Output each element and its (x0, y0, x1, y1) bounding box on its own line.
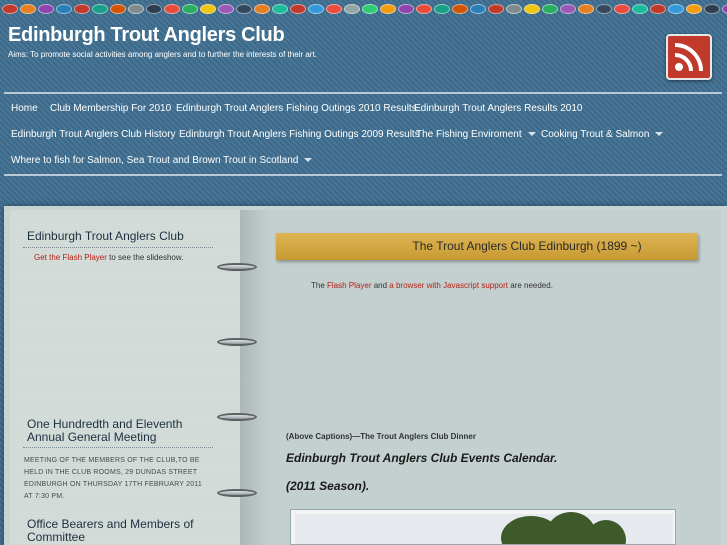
nav-item-label: Edinburgh Trout Anglers Club History (11, 129, 176, 140)
javascript-browser-link[interactable]: a browser with Javascript support (389, 281, 508, 290)
fly-icon (380, 4, 396, 14)
divider (23, 247, 213, 248)
club-photo (290, 509, 676, 545)
nav-item-outings-2009-results[interactable]: Edinburgh Trout Anglers Fishing Outings … (179, 129, 420, 140)
site-description: Aims: To promote social activities among… (8, 50, 317, 59)
slideshow-placeholder: Get the Flash Player to see the slidesho… (34, 253, 183, 262)
nav-item-label: The Fishing Enviroment (416, 129, 522, 140)
nav-item-outings-2010-results[interactable]: Edinburgh Trout Anglers Fishing Outings … (176, 103, 417, 114)
fly-icon (344, 4, 360, 14)
fly-icon (470, 4, 486, 14)
fly-icon (308, 4, 324, 14)
nav-item-label: Edinburgh Trout Anglers Fishing Outings … (179, 129, 420, 140)
nav-item-label: Home (11, 103, 38, 114)
binder-ring (217, 263, 257, 271)
fly-icon (506, 4, 522, 14)
agm-details: MEETING OF THE MEMBERS OF THE CLUB,TO BE… (24, 457, 202, 500)
fly-icon (596, 4, 612, 14)
binder-ring (217, 338, 257, 346)
fly-icon (20, 4, 36, 14)
fly-icon (614, 4, 630, 14)
fly-icon (272, 4, 288, 14)
fly-icon (668, 4, 684, 14)
fly-icon (2, 4, 18, 14)
nav-item-cooking[interactable]: Cooking Trout & Salmon (541, 129, 664, 140)
fly-icon (398, 4, 414, 14)
nav-item-label: Club Membership For 2010 (50, 103, 172, 114)
fly-icon (92, 4, 108, 14)
slideshow-note: to see the slideshow. (106, 253, 184, 262)
page-title: The Trout Anglers Club Edinburgh (1899 ~… (412, 239, 642, 253)
nav-item-where-to-fish[interactable]: Where to fish for Salmon, Sea Trout and … (11, 155, 313, 166)
fly-icon (704, 4, 720, 14)
fly-icon (236, 4, 252, 14)
rss-feed-icon[interactable] (666, 34, 712, 80)
flash-requirement-note: The Flash Player and a browser with Java… (311, 281, 553, 290)
fly-icon (74, 4, 90, 14)
fly-icon (524, 4, 540, 14)
widget-title-club: Edinburgh Trout Anglers Club (27, 229, 184, 243)
fly-icon (56, 4, 72, 14)
fly-icon (632, 4, 648, 14)
binder-ring (217, 413, 257, 421)
note-text: are needed. (508, 281, 553, 290)
nav-item-home[interactable]: Home (11, 103, 38, 114)
site-title[interactable]: Edinburgh Trout Anglers Club (8, 24, 285, 47)
fly-icon (218, 4, 234, 14)
fly-icon (416, 4, 432, 14)
nav-item-label: Cooking Trout & Salmon (541, 129, 650, 140)
fly-icon (254, 4, 270, 14)
nav-item-results-2010[interactable]: Edinburgh Trout Anglers Results 2010 (414, 103, 582, 114)
chevron-down-icon (527, 132, 536, 137)
fly-icon (146, 4, 162, 14)
nav-item-label: Edinburgh Trout Anglers Fishing Outings … (176, 103, 417, 114)
nav-item-label: Where to fish for Salmon, Sea Trout and … (11, 155, 299, 166)
fly-icon (434, 4, 450, 14)
widget-title-agm: One Hundredth and Eleventh Annual Genera… (27, 417, 183, 444)
nav-item-label: Edinburgh Trout Anglers Results 2010 (414, 103, 583, 114)
decorative-fly-strip (0, 0, 727, 18)
fly-icon (200, 4, 216, 14)
fly-icon (164, 4, 180, 14)
fly-icon (182, 4, 198, 14)
main-navigation: Home Club Membership For 2010 Edinburgh … (4, 92, 722, 176)
fly-icon (326, 4, 342, 14)
get-flash-player-link[interactable]: Get the Flash Player (34, 253, 107, 262)
fly-icon (452, 4, 468, 14)
fly-icon (362, 4, 378, 14)
fly-icon (38, 4, 54, 14)
fly-icon (560, 4, 576, 14)
page-title-banner: The Trout Anglers Club Edinburgh (1899 ~… (276, 233, 698, 260)
fly-icon (542, 4, 558, 14)
events-calendar-title: Edinburgh Trout Anglers Club Events Cale… (286, 451, 558, 465)
fly-icon (290, 4, 306, 14)
main-content (240, 210, 721, 545)
widget-title-office-bearers: Office Bearers and Members of Committee (27, 517, 194, 544)
season-label: (2011 Season). (286, 479, 370, 493)
fly-icon (128, 4, 144, 14)
nav-item-club-history[interactable]: Edinburgh Trout Anglers Club History (11, 129, 176, 140)
fly-icon (722, 4, 727, 14)
fly-icon (488, 4, 504, 14)
sidebar: Edinburgh Trout Anglers Club Get the Fla… (10, 210, 240, 545)
dinner-caption: (Above Captions)—The Trout Anglers Club … (286, 432, 476, 441)
note-text: The (311, 281, 328, 290)
rss-icon (674, 43, 703, 72)
chevron-down-icon (655, 132, 664, 137)
nav-item-fishing-environment[interactable]: The Fishing Enviroment (416, 129, 536, 140)
chevron-down-icon (304, 158, 313, 163)
nav-item-club-membership[interactable]: Club Membership For 2010 (50, 103, 171, 114)
flash-player-link[interactable]: Flash Player (327, 281, 371, 290)
fly-icon (686, 4, 702, 14)
fly-icon (650, 4, 666, 14)
fly-icon (110, 4, 126, 14)
binder-ring (217, 489, 257, 497)
fly-icon (578, 4, 594, 14)
divider (23, 447, 213, 448)
note-text: and (371, 281, 390, 290)
